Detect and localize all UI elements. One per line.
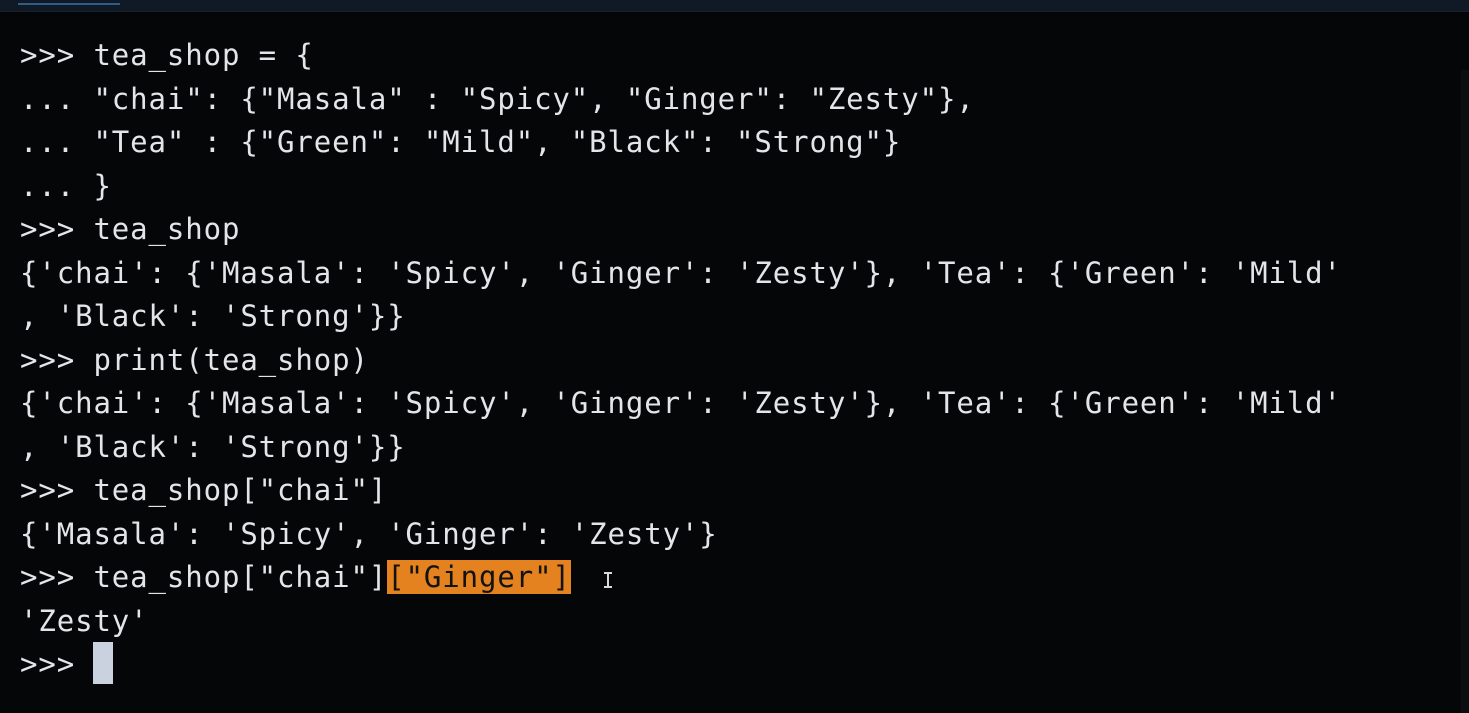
ibeam-cursor-icon [603, 570, 613, 590]
terminal-window: >>> tea_shop = { ... "chai": {"Masala" :… [0, 0, 1469, 713]
repl-line: {'Masala': 'Spicy', 'Ginger': 'Zesty'} [20, 516, 718, 551]
repl-line-with-selection: >>> tea_shop["chai"]["Ginger"] [20, 556, 1439, 600]
repl-prompt: >>> [20, 647, 94, 681]
repl-prompt-line: >>> [20, 642, 1439, 687]
scrollbar[interactable] [1461, 70, 1469, 713]
repl-line: ... "Tea" : {"Green": "Mild", "Black": "… [20, 125, 902, 159]
repl-line: >>> print(tea_shop) [20, 342, 369, 377]
tab-bar [0, 0, 1469, 12]
repl-line-prefix: >>> tea_shop["chai"] [20, 560, 388, 594]
repl-line: 'Zesty' [20, 603, 149, 638]
repl-line: , 'Black': 'Strong'}} [20, 299, 406, 333]
repl-line: ... "chai": {"Masala" : "Spicy", "Ginger… [20, 81, 975, 116]
repl-line: {'chai': {'Masala': 'Spicy', 'Ginger': '… [20, 255, 1342, 290]
repl-line: >>> tea_shop = { [20, 38, 314, 72]
repl-line: >>> tea_shop [20, 212, 241, 246]
repl-line: ... } [20, 168, 112, 203]
text-cursor[interactable] [93, 642, 114, 684]
selected-text-highlight[interactable]: ["Ginger"] [387, 560, 571, 594]
python-repl-output[interactable]: >>> tea_shop = { ... "chai": {"Masala" :… [20, 34, 1439, 687]
repl-line: {'chai': {'Masala': 'Spicy', 'Ginger': '… [20, 386, 1342, 420]
repl-line: , 'Black': 'Strong'}} [20, 429, 406, 464]
active-tab-indicator[interactable] [18, 3, 120, 5]
repl-line: >>> tea_shop["chai"] [20, 473, 388, 507]
